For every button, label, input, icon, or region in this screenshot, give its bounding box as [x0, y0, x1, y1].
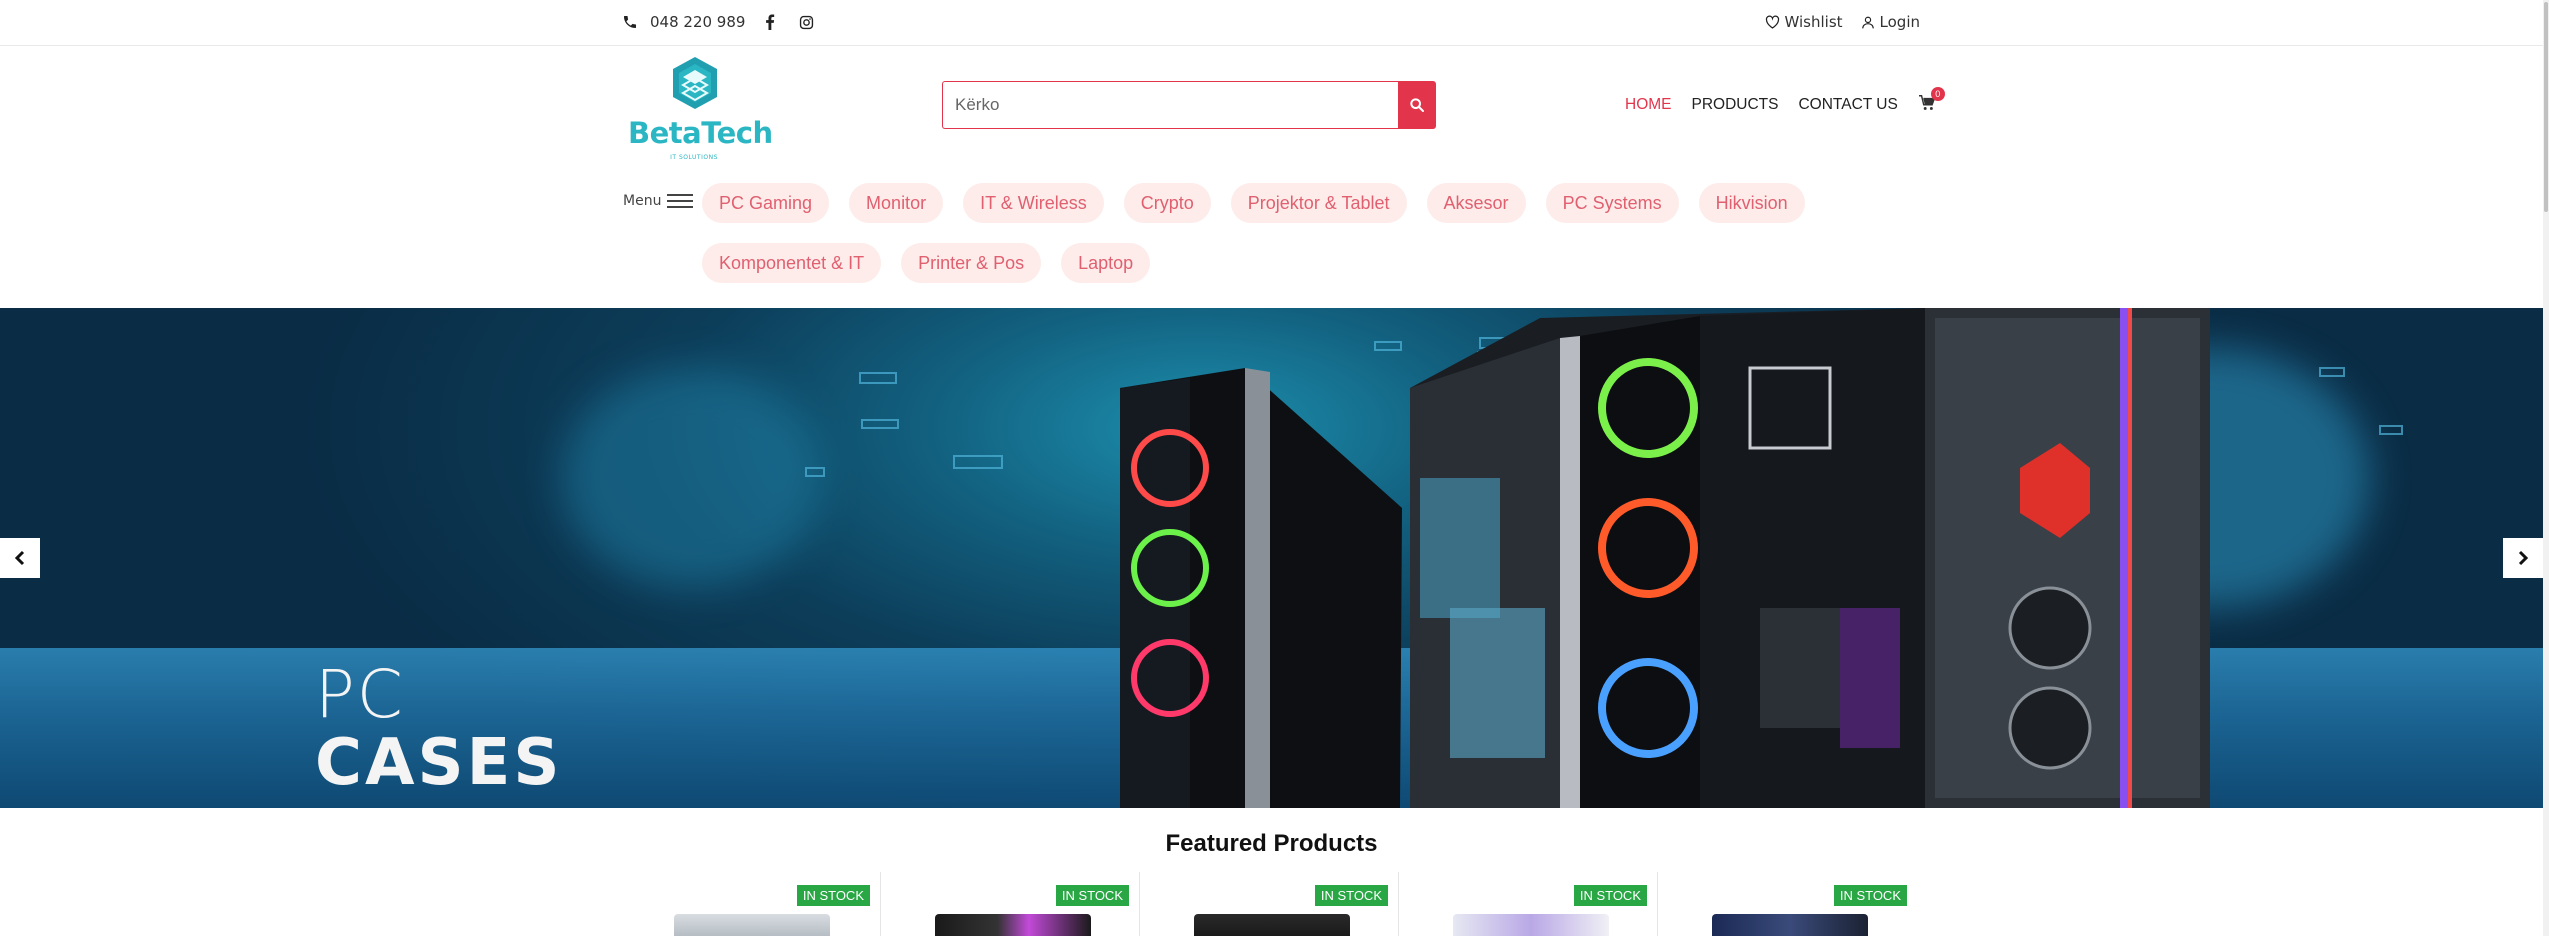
category-aksesor[interactable]: Aksesor	[1426, 183, 1526, 223]
category-printer-pos[interactable]: Printer & Pos	[901, 243, 1042, 283]
main-nav: HOME PRODUCTS CONTACT US 0	[1625, 87, 1945, 115]
stock-badge: IN STOCK	[1314, 885, 1388, 906]
page-scrollbar[interactable]	[2543, 0, 2549, 936]
brand-name: BetaTech	[628, 116, 773, 150]
category-projektor-tablet[interactable]: Projektor & Tablet	[1230, 183, 1407, 223]
product-card[interactable]: IN STOCK	[1399, 872, 1658, 936]
product-image	[674, 914, 830, 936]
category-pc-systems[interactable]: PC Systems	[1545, 183, 1679, 223]
category-komponentet-it[interactable]: Komponentet & IT	[702, 243, 882, 283]
header: BetaTech IT SOLUTIONS HOME PRODUCTS CONT…	[0, 46, 2543, 308]
menu-toggle[interactable]: Menu	[623, 193, 694, 209]
top-bar-right: Wishlist Login	[1765, 0, 1920, 44]
menu-label: Menu	[623, 193, 662, 209]
nav-products[interactable]: PRODUCTS	[1692, 96, 1779, 114]
facebook-icon[interactable]	[765, 14, 775, 30]
cart-count-badge: 0	[1930, 87, 1945, 101]
product-image	[1712, 914, 1868, 936]
stock-badge: IN STOCK	[1573, 885, 1647, 906]
product-card[interactable]: IN STOCK	[622, 872, 881, 936]
slider-next-button[interactable]	[2503, 538, 2543, 578]
search-icon	[1409, 97, 1425, 113]
brand-logo[interactable]: BetaTech IT SOLUTIONS	[628, 56, 773, 161]
phone-number[interactable]: 048 220 989	[650, 13, 745, 31]
brand-tagline: IT SOLUTIONS	[670, 154, 718, 161]
featured-products-row: IN STOCK IN STOCK IN STOCK IN STOCK IN S…	[622, 872, 1918, 936]
instagram-icon[interactable]	[799, 15, 814, 30]
banner-title-line2: CASES	[315, 726, 563, 800]
product-image	[935, 914, 1091, 936]
login-link[interactable]: Login	[1861, 13, 1920, 31]
search-button[interactable]	[1398, 81, 1436, 129]
hamburger-icon	[667, 193, 694, 209]
category-pc-gaming[interactable]: PC Gaming	[702, 183, 830, 223]
phone-icon	[622, 14, 638, 30]
banner-title-line1: PC	[315, 656, 405, 733]
wishlist-label: Wishlist	[1784, 13, 1843, 31]
slider-prev-button[interactable]	[0, 538, 40, 578]
category-crypto[interactable]: Crypto	[1123, 183, 1211, 223]
product-card[interactable]: IN STOCK	[1658, 872, 1917, 936]
category-laptop[interactable]: Laptop	[1061, 243, 1151, 283]
product-image	[1453, 914, 1609, 936]
heart-icon	[1765, 15, 1780, 29]
category-hikvision[interactable]: Hikvision	[1698, 183, 1805, 223]
top-bar-left: 048 220 989	[622, 0, 814, 44]
stock-badge: IN STOCK	[796, 885, 870, 906]
search-bar	[942, 81, 1436, 129]
nav-home[interactable]: HOME	[1625, 96, 1672, 114]
category-monitor[interactable]: Monitor	[849, 183, 944, 223]
scrollbar-thumb[interactable]	[2544, 2, 2548, 212]
login-label: Login	[1879, 13, 1920, 31]
stock-badge: IN STOCK	[1833, 885, 1907, 906]
hero-banner[interactable]: PC CASES	[0, 308, 2543, 808]
chevron-left-icon	[14, 550, 26, 566]
nav-contact[interactable]: CONTACT US	[1798, 96, 1897, 114]
stock-badge: IN STOCK	[1055, 885, 1129, 906]
cart-button[interactable]: 0	[1918, 87, 1945, 115]
wishlist-link[interactable]: Wishlist	[1765, 13, 1843, 31]
product-image	[1194, 914, 1350, 936]
search-input[interactable]	[942, 81, 1398, 129]
logo-mark-icon	[671, 56, 719, 114]
category-it-wireless[interactable]: IT & Wireless	[963, 183, 1104, 223]
product-card[interactable]: IN STOCK	[881, 872, 1140, 936]
top-bar: 048 220 989 Wishlist Login	[0, 0, 2543, 46]
page: 048 220 989 Wishlist Login BetaTech IT S…	[0, 0, 2549, 936]
user-icon	[1861, 15, 1875, 30]
chevron-right-icon	[2517, 550, 2529, 566]
category-list: PC Gaming Monitor IT & Wireless Crypto P…	[702, 183, 1912, 283]
product-card[interactable]: IN STOCK	[1140, 872, 1399, 936]
featured-products-title: Featured Products	[1165, 830, 1378, 857]
